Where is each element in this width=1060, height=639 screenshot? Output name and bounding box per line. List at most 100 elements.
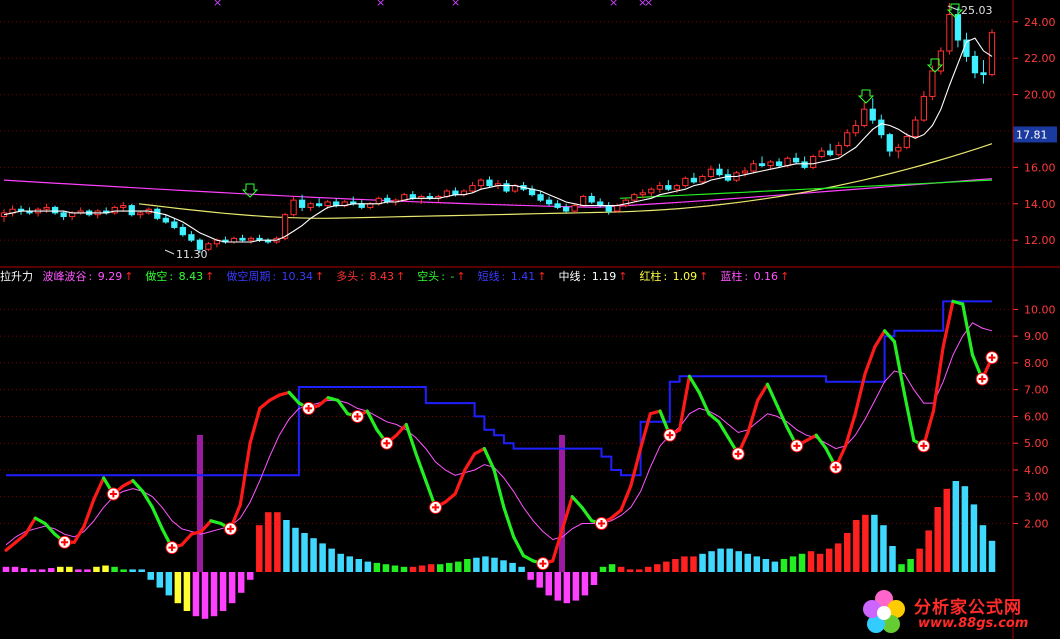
histogram-bar [400,566,408,572]
histogram-bar [391,565,399,572]
legend-separator: : [441,270,449,283]
indicator-main-segment [482,446,496,472]
indicator-tick-label: 2.00 [1024,517,1049,530]
histogram-bar [210,572,218,617]
price-tick-label: 22.00 [1024,52,1056,65]
histogram-bar [464,559,471,572]
candle-body [43,206,50,210]
histogram-bar [545,572,553,596]
up-arrow-icon: ↑ [315,270,325,283]
legend-value: 1.41 [510,270,536,283]
candle-body [878,119,885,136]
histogram-bar [201,572,209,619]
indicator-tick-label: 5.00 [1024,437,1049,450]
candle-body [912,119,919,137]
indicator-main-segment [756,382,770,402]
histogram-bar [599,566,607,572]
indicator-tick-label: 6.00 [1024,410,1049,423]
legend-value: 0.16 [753,270,779,283]
indicator-main-segment [316,396,330,408]
legend-separator: : [582,270,590,283]
histogram-bar [183,572,191,611]
histogram-bar [138,569,145,572]
candle-body [631,194,638,201]
histogram-bar [518,566,525,572]
indicator-panel [2,299,999,619]
histogram-bar [418,565,426,572]
candle-body [895,146,902,152]
histogram-bar [952,481,960,572]
candle-body [971,55,979,74]
indicator-main-segment [33,516,47,526]
candle-body [665,185,672,190]
indicator-main-segment [443,492,457,504]
candle-body [247,237,255,241]
histogram-bar [455,561,462,572]
histogram-bar [708,551,715,572]
histogram-bar [156,572,164,588]
histogram-bar [563,572,571,604]
histogram-bar [979,525,987,572]
candle-body [818,150,825,157]
indicator-main-segment [492,468,506,510]
candle-body [946,14,953,52]
candle-body [827,150,834,156]
histogram-bar [57,566,64,572]
candle-body [588,196,595,203]
legend-value: 9.29 [97,270,123,283]
candle-body [741,170,749,174]
candle-body [903,135,910,148]
histogram-bar [717,548,724,572]
indicator-main-segment [892,339,906,394]
indicator-main-segment [941,299,955,349]
histogram-bar [129,569,136,572]
candle-body [315,203,323,207]
indicator-main-segment [502,505,516,539]
candle-body [60,212,67,218]
legend-value: 10.34 [281,270,314,283]
indicator-main-segment [463,452,477,472]
legend-item: 空头: - ↑ [417,270,467,283]
candle-body [980,72,987,76]
candle-body [690,177,698,183]
indicator-main-segment [609,508,623,520]
candle-body [699,175,706,183]
candle-body [920,95,928,121]
candle-body [571,205,578,212]
price-axis: 24.0022.0020.0018.0016.0014.0012.0010.00… [1013,16,1057,530]
indicator-main-segment [414,452,428,483]
indicator-main-segment [238,441,252,507]
legend-item: 短线: 1.41 ↑ [478,270,549,283]
top-marker-icon: × [644,0,653,9]
candle-body [51,206,59,214]
histogram-bar [328,548,335,572]
histogram-bar [228,572,236,604]
histogram-bar [38,569,46,572]
top-marker-icon: × [451,0,460,9]
up-arrow-icon: ↑ [456,270,466,283]
up-arrow-icon: ↑ [537,270,547,283]
indicator-main-segment [472,446,486,456]
histogram-bar [509,562,516,572]
up-arrow-icon: ↑ [780,270,790,283]
histogram-bar [174,572,182,604]
histogram-bar [310,538,317,572]
candle-body [758,163,766,167]
indicator-main-segment [248,406,262,445]
histogram-bar [726,548,733,572]
histogram-bar [699,553,706,572]
legend-item: 做空: 8.43 ↑ [145,270,216,283]
histogram-bar [934,507,941,572]
histogram-bar [925,530,932,572]
candle-body [171,221,178,228]
candle-body [775,161,783,167]
legend-item: 做空周期: 10.34 ↑ [226,270,326,283]
histogram-bar [635,569,643,572]
indicator-main-segment [687,374,701,394]
histogram-bar [346,556,353,572]
histogram-bar [961,486,969,572]
indicator-main-segment [267,393,281,402]
histogram-bar [482,556,489,572]
candle-body [188,234,195,241]
candle-body [682,177,689,187]
